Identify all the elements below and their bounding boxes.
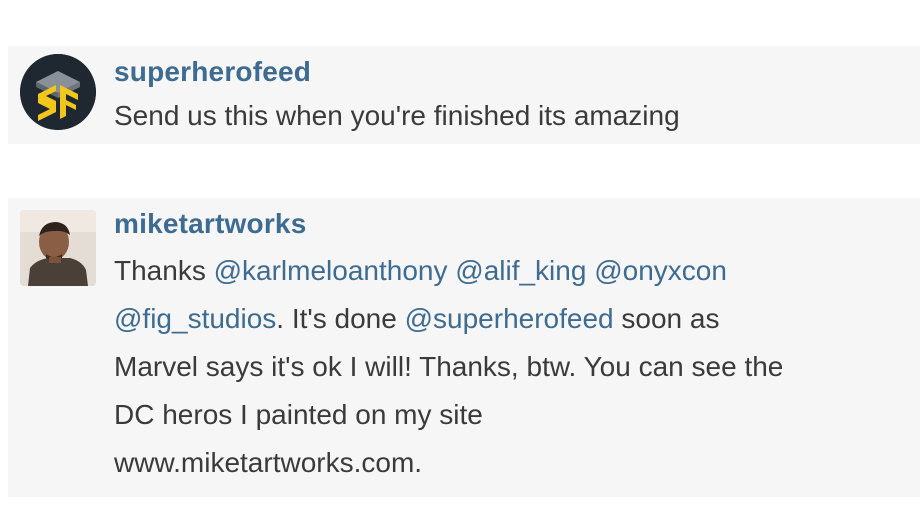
comment-text-line: Marvel says it's ok I will! Thanks, btw.… <box>114 351 784 382</box>
comment-text-line: @fig_studios. It's done @superherofeed s… <box>114 295 914 343</box>
sf-logo-icon <box>20 54 96 130</box>
comment-text: Send us this when you're finished its am… <box>114 100 680 131</box>
mention-link[interactable]: @fig_studios <box>114 303 276 334</box>
comment-text: Thanks @karlmeloanthony @alif_king @onyx… <box>114 247 914 487</box>
comments-panel: superherofeed Send us this when you're f… <box>0 0 920 512</box>
avatar[interactable] <box>20 54 96 130</box>
text-segment: . It's done <box>276 303 405 334</box>
mention-link[interactable]: @onyxcon <box>594 255 727 286</box>
avatar[interactable] <box>20 210 96 286</box>
mention-link[interactable]: @superherofeed <box>405 303 614 334</box>
text-segment: soon as <box>613 303 720 334</box>
mention-link[interactable]: @alif_king <box>455 255 586 286</box>
text-segment: Thanks <box>114 255 214 286</box>
comment-username[interactable]: miketartworks <box>114 208 306 240</box>
comment-username[interactable]: superherofeed <box>114 56 311 88</box>
comment-item: superherofeed Send us this when you're f… <box>8 46 920 144</box>
comment-text-line: Thanks @karlmeloanthony @alif_king @onyx… <box>114 247 914 295</box>
comment-item: miketartworks Thanks @karlmeloanthony @a… <box>8 198 920 497</box>
user-photo <box>20 210 96 286</box>
mention-link[interactable]: @karlmeloanthony <box>214 255 448 286</box>
comment-text-line: DC heros I painted on my site <box>114 399 483 430</box>
comment-text-line: www.miketartworks.com. <box>114 447 423 478</box>
